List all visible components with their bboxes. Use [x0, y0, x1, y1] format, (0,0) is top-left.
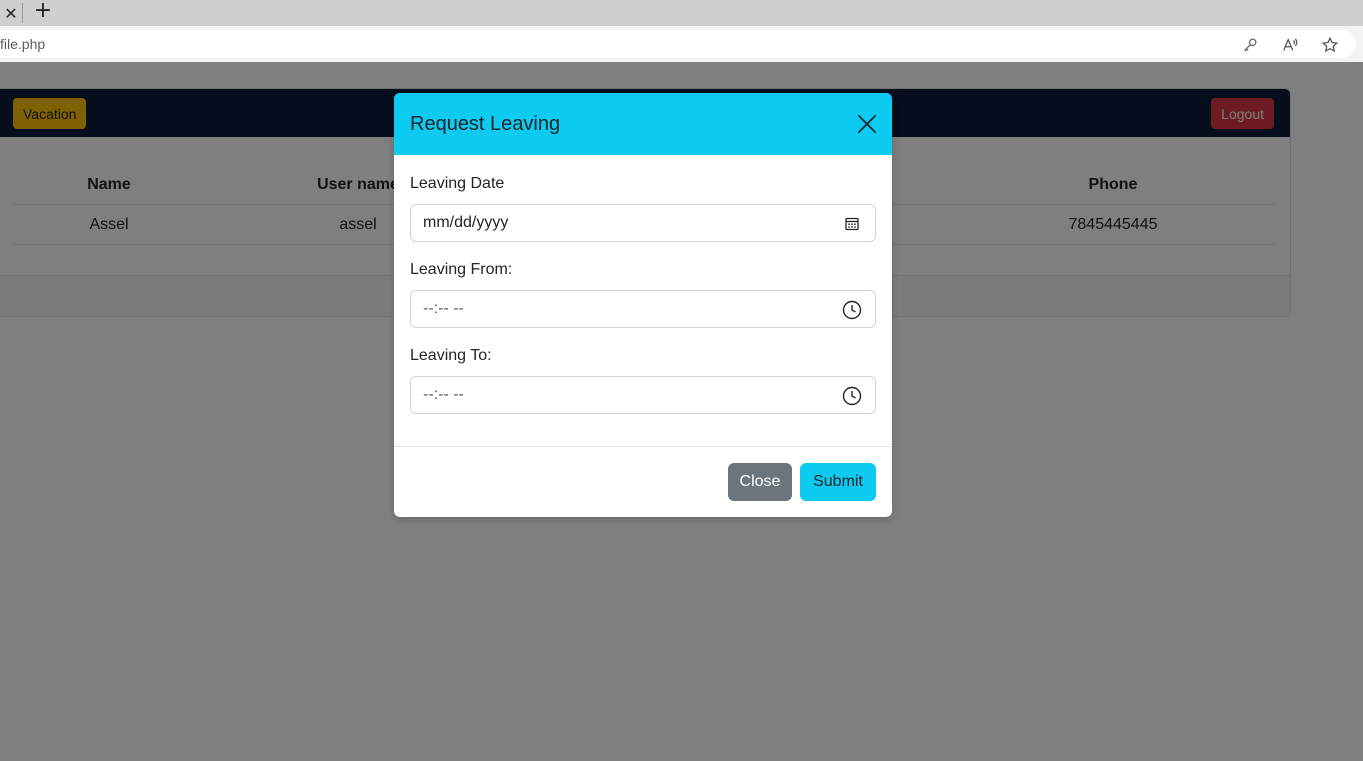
close-icon[interactable]	[854, 111, 880, 137]
favorite-star-icon[interactable]	[1320, 35, 1340, 55]
leaving-to-placeholder: --:-- --	[423, 386, 464, 403]
browser-toolbar: file.php	[0, 26, 1363, 62]
leaving-to-label: Leaving To:	[410, 347, 492, 364]
clock-icon[interactable]	[841, 299, 863, 321]
leaving-from-input[interactable]: --:-- --	[410, 290, 876, 328]
leaving-to-input[interactable]: --:-- --	[410, 376, 876, 414]
request-leaving-modal: Request Leaving Leaving Date mm/dd/yyyy	[394, 93, 892, 517]
modal-body: Leaving Date mm/dd/yyyy Leaving From: --…	[394, 155, 892, 446]
tab-close-icon[interactable]: ✕	[0, 0, 22, 26]
clock-icon[interactable]	[841, 385, 863, 407]
read-aloud-icon[interactable]	[1280, 35, 1300, 55]
new-tab-icon[interactable]: +	[30, 0, 56, 22]
leaving-date-placeholder: mm/dd/yyyy	[423, 214, 509, 231]
modal-title: Request Leaving	[410, 113, 561, 135]
leaving-date-label: Leaving Date	[410, 175, 505, 192]
modal-footer: Close Submit	[394, 446, 892, 517]
leaving-from-label: Leaving From:	[410, 261, 513, 278]
address-bar[interactable]: file.php	[0, 30, 1356, 58]
close-button[interactable]: Close	[728, 463, 792, 501]
browser-tab-strip: ✕ +	[0, 0, 1363, 26]
key-icon[interactable]	[1240, 35, 1260, 55]
calendar-icon[interactable]	[841, 213, 863, 235]
leaving-date-input[interactable]: mm/dd/yyyy	[410, 204, 876, 242]
tab-separator	[22, 3, 23, 23]
leaving-from-placeholder: --:-- --	[423, 300, 464, 317]
address-url[interactable]: file.php	[0, 36, 45, 52]
modal-header: Request Leaving	[394, 93, 892, 155]
submit-button[interactable]: Submit	[800, 463, 876, 501]
